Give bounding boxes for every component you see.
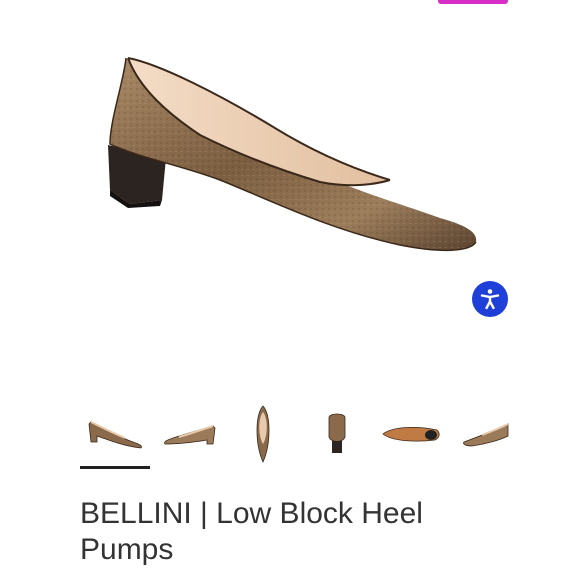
- accessibility-person-icon: [480, 289, 500, 310]
- thumbnail-side-partial[interactable]: [448, 402, 522, 466]
- thumbnail-side-right[interactable]: [152, 402, 226, 466]
- product-main-image[interactable]: [70, 40, 500, 280]
- thumbnail-sole[interactable]: [374, 402, 448, 466]
- active-thumbnail-indicator: [80, 466, 150, 469]
- accessibility-button[interactable]: [472, 281, 508, 317]
- thumbnail-side-left[interactable]: [78, 402, 152, 466]
- thumbnail-back[interactable]: [300, 402, 374, 466]
- thumbnail-strip: [78, 402, 526, 472]
- product-title: BELLINI | Low Block Heel Pumps: [80, 497, 423, 566]
- top-accent-tab: [438, 0, 508, 4]
- thumbnail-top[interactable]: [226, 402, 300, 466]
